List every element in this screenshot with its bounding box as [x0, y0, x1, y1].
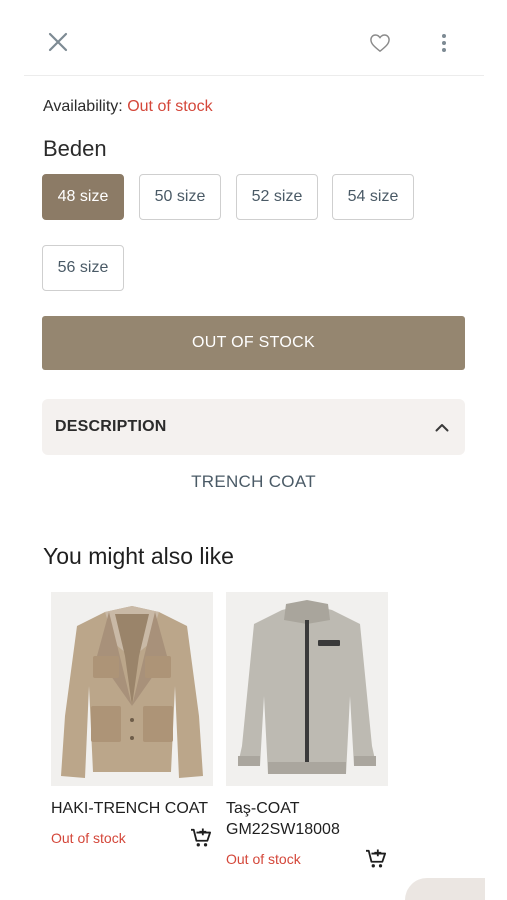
more-vertical-icon: [442, 34, 446, 52]
close-icon: [48, 32, 68, 52]
product-card[interactable]: HAKI-TRENCH COAT Out of stock: [51, 592, 213, 849]
heart-outline-icon: [370, 34, 390, 52]
add-to-cart-icon: [191, 828, 211, 847]
size-section-title: Beden: [43, 136, 107, 161]
description-accordion-header[interactable]: DESCRIPTION: [42, 399, 465, 455]
product-stock-status: Out of stock: [51, 830, 126, 846]
size-option-52[interactable]: 52 size: [236, 174, 318, 220]
size-option-56[interactable]: 56 size: [42, 245, 124, 291]
product-card[interactable]: Taş-COAT GM22SW18008 Out of stock: [226, 592, 388, 870]
floating-action-button-partial[interactable]: [405, 878, 485, 900]
description-text: TRENCH COAT: [191, 472, 316, 491]
top-bar: [24, 0, 484, 76]
favorite-button[interactable]: [366, 29, 394, 57]
availability-line: Availability: Out of stock: [43, 98, 213, 116]
add-to-cart-icon: [366, 849, 386, 868]
availability-status: Out of stock: [127, 98, 213, 115]
recommendations-title: You might also like: [43, 543, 234, 569]
size-option-54[interactable]: 54 size: [332, 174, 414, 220]
add-to-cart-button[interactable]: [189, 827, 213, 849]
product-image-grey-zip-jacket: [226, 592, 388, 786]
close-button[interactable]: [44, 28, 72, 56]
product-stock-status: Out of stock: [226, 851, 301, 867]
chevron-up-icon: [435, 423, 449, 431]
availability-label: Availability:: [43, 98, 123, 115]
size-option-48[interactable]: 48 size: [42, 174, 124, 220]
size-option-50[interactable]: 50 size: [139, 174, 221, 220]
out-of-stock-button[interactable]: OUT OF STOCK: [42, 316, 465, 370]
product-image-beige-blazer: [51, 592, 213, 786]
more-options-button[interactable]: [432, 29, 456, 57]
product-name: Taş-COAT GM22SW18008: [226, 800, 340, 838]
product-name: HAKI-TRENCH COAT: [51, 800, 209, 817]
description-header-label: DESCRIPTION: [55, 418, 167, 435]
add-to-cart-button[interactable]: [364, 848, 388, 870]
